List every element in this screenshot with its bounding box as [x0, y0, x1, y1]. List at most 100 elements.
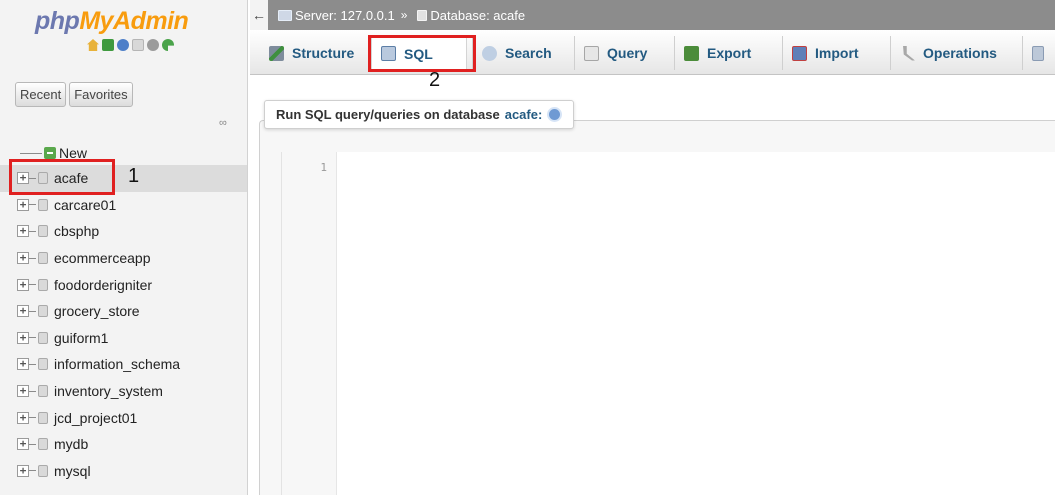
- link-chain-icon[interactable]: ∞: [219, 117, 227, 129]
- database-name[interactable]: information_schema: [54, 356, 180, 372]
- database-icon[interactable]: [102, 39, 114, 51]
- tab-structure[interactable]: Structure: [260, 36, 368, 70]
- tab-favorites[interactable]: Favorites: [69, 82, 133, 107]
- tree-item-information-schema[interactable]: + information_schema: [0, 351, 247, 378]
- database-name[interactable]: ecommerceapp: [54, 250, 151, 266]
- tree-connector: [29, 443, 36, 445]
- tree-item-mydb[interactable]: + mydb: [0, 431, 247, 458]
- tree-item-mysql[interactable]: + mysql: [0, 458, 247, 485]
- database-name[interactable]: grocery_store: [54, 303, 140, 319]
- recent-favorites-tabs: Recent Favorites: [15, 82, 133, 107]
- sql-input-area[interactable]: [338, 152, 1055, 495]
- import-icon: [792, 45, 807, 61]
- database-icon: [38, 278, 48, 291]
- database-name[interactable]: carcare01: [54, 197, 116, 213]
- tree-item-cbsphp[interactable]: + cbsphp: [0, 218, 247, 245]
- tree-item-carcare01[interactable]: + carcare01: [0, 192, 247, 219]
- database-name[interactable]: mysql: [54, 463, 91, 479]
- database-name[interactable]: acafe: [54, 170, 88, 186]
- database-icon: [38, 358, 48, 371]
- docs-icon[interactable]: [117, 39, 129, 51]
- tree-item-foodorderigniter[interactable]: + foodorderigniter: [0, 271, 247, 298]
- expand-plus-icon[interactable]: +: [17, 331, 29, 344]
- paper-icon[interactable]: [132, 39, 144, 51]
- tree-item-grocery-store[interactable]: + grocery_store: [0, 298, 247, 325]
- database-name[interactable]: guiform1: [54, 330, 108, 346]
- sql-panel-title-text: Run SQL query/queries on database: [276, 107, 500, 122]
- breadcrumb-database[interactable]: Database: acafe: [417, 8, 525, 23]
- home-icon[interactable]: [87, 39, 99, 51]
- tree-item-ecommerceapp[interactable]: + ecommerceapp: [0, 245, 247, 272]
- wrench-icon: [903, 45, 915, 61]
- tree-connector: [29, 204, 36, 206]
- reload-icon[interactable]: [162, 39, 174, 51]
- tree-connector: [29, 363, 36, 365]
- tab-structure-label: Structure: [292, 45, 355, 61]
- tab-more[interactable]: [1022, 36, 1055, 70]
- phpmyadmin-window: phpMyAdmin Recent Favorites ∞ New + acaf…: [0, 0, 1055, 495]
- help-icon[interactable]: [547, 107, 563, 122]
- expand-plus-icon[interactable]: +: [17, 172, 29, 185]
- tab-recent[interactable]: Recent: [15, 82, 67, 107]
- database-icon: [38, 411, 48, 424]
- tree-connector: [29, 310, 36, 312]
- tab-export[interactable]: Export: [674, 36, 769, 70]
- database-name[interactable]: jcd_project01: [54, 410, 137, 426]
- nav-toolbar: [87, 39, 174, 51]
- expand-plus-icon[interactable]: +: [17, 305, 29, 318]
- tree-item-acafe[interactable]: + acafe: [0, 165, 247, 192]
- tab-import-label: Import: [815, 45, 859, 61]
- database-icon: [38, 172, 48, 185]
- expand-plus-icon[interactable]: +: [17, 198, 29, 211]
- database-icon: [38, 225, 48, 238]
- collapse-arrow-icon[interactable]: ←: [250, 0, 268, 30]
- expand-plus-icon[interactable]: +: [17, 438, 29, 451]
- database-icon: [38, 464, 48, 477]
- export-icon: [684, 45, 699, 61]
- sql-editor[interactable]: 1: [281, 152, 1055, 495]
- tab-operations[interactable]: Operations: [890, 36, 1018, 70]
- breadcrumb-server[interactable]: Server: 127.0.0.1: [278, 8, 395, 23]
- expand-plus-icon[interactable]: +: [17, 225, 29, 238]
- tree-connector: [29, 284, 36, 286]
- database-icon: [38, 331, 48, 344]
- database-name[interactable]: foodorderigniter: [54, 277, 152, 293]
- sql-panel-title: Run SQL query/queries on database acafe:: [264, 100, 575, 129]
- database-name[interactable]: inventory_system: [54, 383, 163, 399]
- database-name[interactable]: mydb: [54, 436, 88, 452]
- expand-plus-icon[interactable]: +: [17, 252, 29, 265]
- tree-item-inventory-system[interactable]: + inventory_system: [0, 378, 247, 405]
- new-label: New: [59, 145, 88, 161]
- tab-sql[interactable]: SQL: [371, 36, 467, 70]
- expand-plus-icon[interactable]: +: [17, 278, 29, 291]
- expand-plus-icon[interactable]: +: [17, 385, 29, 398]
- logo-myadmin-text: MyAdmin: [79, 7, 189, 35]
- tree-item-new[interactable]: New: [0, 141, 247, 165]
- tab-sql-label: SQL: [404, 45, 433, 62]
- settings-gear-icon[interactable]: [147, 39, 159, 51]
- breadcrumb: ← Server: 127.0.0.1 » Database: acafe: [250, 0, 1055, 30]
- database-icon: [38, 385, 48, 398]
- expand-plus-icon[interactable]: +: [17, 411, 29, 424]
- database-icon: [38, 252, 48, 265]
- tree-item-guiform1[interactable]: + guiform1: [0, 325, 247, 352]
- database-tree: New + acafe + carcare01 + cbsphp + ecomm…: [0, 141, 247, 484]
- expand-plus-icon[interactable]: +: [17, 358, 29, 371]
- expand-plus-icon[interactable]: +: [17, 464, 29, 477]
- tab-search[interactable]: Search: [472, 36, 560, 70]
- more-tabs-icon: [1032, 45, 1044, 61]
- database-icon: [38, 198, 48, 211]
- tab-query[interactable]: Query: [574, 36, 660, 70]
- database-name[interactable]: cbsphp: [54, 223, 99, 239]
- tree-connector: [29, 390, 36, 392]
- new-database-icon: [44, 147, 56, 159]
- tab-import[interactable]: Import: [782, 36, 877, 70]
- tree-connector: [29, 257, 36, 259]
- phpmyadmin-logo[interactable]: phpMyAdmin: [35, 7, 189, 36]
- structure-icon: [269, 45, 284, 61]
- database-icon: [417, 9, 428, 21]
- annotation-number-2: 2: [429, 69, 441, 91]
- database-icon: [38, 305, 48, 318]
- tree-connector: [29, 417, 36, 419]
- tree-item-jcd-project01[interactable]: + jcd_project01: [0, 404, 247, 431]
